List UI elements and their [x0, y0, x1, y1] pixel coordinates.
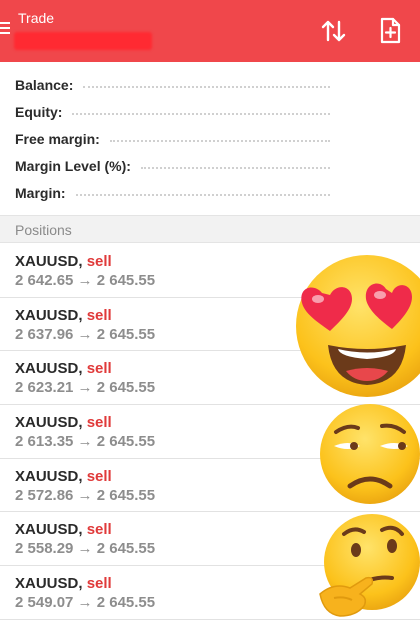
page-title: Trade [18, 10, 55, 26]
position-symbol: XAUUSD, [15, 360, 83, 378]
sort-icon [321, 20, 346, 42]
balance-row: Balance: [15, 75, 330, 95]
position-side: sell [86, 521, 112, 539]
free-margin-label: Free margin: [15, 131, 100, 147]
dotted-leader [140, 167, 330, 169]
sort-button[interactable] [316, 13, 352, 49]
dotted-leader [75, 194, 330, 196]
dotted-leader [72, 113, 330, 115]
heart-eyes-emoji [296, 255, 420, 397]
position-side: sell [86, 253, 112, 270]
equity-row: Equity: [15, 102, 330, 122]
margin-level-label: Margin Level (%): [15, 158, 131, 174]
account-name-redacted [14, 32, 152, 50]
new-order-icon [380, 17, 401, 44]
position-symbol: XAUUSD, [15, 521, 83, 539]
position-side: sell [86, 360, 112, 378]
dotted-leader [83, 86, 330, 88]
new-order-button[interactable] [372, 13, 408, 49]
position-symbol: XAUUSD, [15, 575, 83, 593]
margin-level-row: Margin Level (%): [15, 156, 330, 176]
position-side: sell [86, 306, 112, 324]
positions-title: Positions [15, 222, 72, 238]
thinking-emoji [319, 514, 420, 617]
position-symbol: XAUUSD, [15, 467, 83, 485]
position-symbol: XAUUSD, [15, 253, 83, 270]
position-side: sell [86, 575, 112, 593]
positions-header: Positions [0, 215, 420, 243]
margin-label: Margin: [15, 185, 66, 201]
position-symbol: XAUUSD, [15, 306, 83, 324]
dotted-leader [109, 140, 330, 142]
menu-icon[interactable] [0, 22, 10, 36]
balance-label: Balance: [15, 77, 74, 93]
free-margin-row: Free margin: [15, 129, 330, 149]
unamused-emoji [320, 404, 420, 504]
position-side: sell [86, 414, 112, 432]
margin-row: Margin: [15, 183, 330, 203]
position-symbol: XAUUSD, [15, 414, 83, 432]
position-side: sell [86, 467, 112, 485]
account-summary: Balance: Equity: Free margin: Margin Lev… [0, 62, 420, 214]
app-bar: Trade [0, 0, 420, 62]
equity-label: Equity: [15, 104, 63, 120]
